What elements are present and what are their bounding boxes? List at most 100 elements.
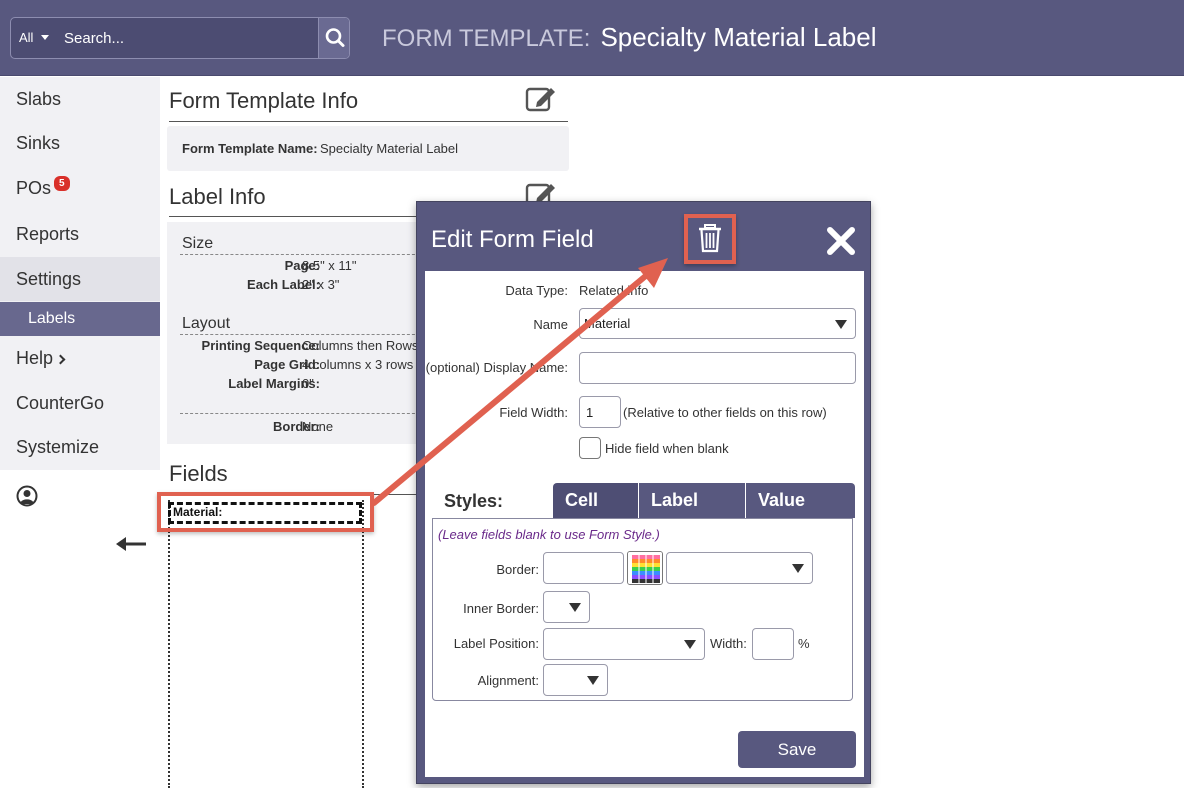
search-scope-select[interactable]: All [11,18,58,58]
search-button[interactable] [318,18,349,58]
label-position-label: Label Position: [453,636,539,651]
sidebar-item-sinks[interactable]: Sinks [0,121,160,165]
delete-field-button[interactable] [684,214,736,264]
label-position-select[interactable] [543,628,705,660]
page-size-value: 8.5" x 11" [302,258,357,273]
modal-title: Edit Form Field [431,226,594,253]
dropdown-arrow-icon [792,564,804,573]
sidebar-item-labels[interactable]: Labels [0,302,160,336]
tab-label: Cell [565,490,599,510]
fields-title: Fields [169,461,228,486]
percent-sign: % [798,636,810,651]
sidebar-item-label: Help [16,348,54,368]
border-value: None [302,419,334,434]
close-icon[interactable] [826,226,856,256]
border-type-select[interactable] [666,552,813,584]
dropdown-arrow-icon [587,676,599,685]
caret-down-icon [41,35,49,40]
styles-label: Styles: [444,491,504,511]
page-grid-value: 4 columns x 3 rows [302,357,414,372]
label-info-box: Size Page: 8.5" x 11" Each Label: 2" x 3… [167,222,427,444]
sidebar-item-label: Sinks [16,133,61,153]
alignment-select[interactable] [543,664,608,696]
hide-blank-label: Hide field when blank [605,441,729,456]
search-icon [325,28,345,47]
tab-value[interactable]: Value [746,483,855,518]
search-group: All [10,17,350,59]
dashed-divider [180,413,425,414]
chevron-right-icon [55,354,66,365]
sidebar-item-pos[interactable]: POs 5 [0,166,160,210]
dashed-divider [180,254,425,255]
display-name-label: (optional) Display Name: [425,360,568,375]
template-name-label: Form Template Name: [182,141,318,156]
color-palette-icon[interactable] [627,551,663,585]
modal-body: Data Type: Related info Name Material (o… [425,271,864,777]
tab-label[interactable]: Label [639,483,745,518]
sidebar-item-label: Labels [28,310,76,327]
styles-hint: (Leave fields blank to use Form Style.) [438,527,660,542]
sidebar-item-label: POs [16,178,52,198]
name-select[interactable]: Material [579,308,856,339]
label-margins-value: 0" [302,376,314,391]
notification-badge: 5 [54,176,70,191]
callout-highlight [157,492,374,532]
sidebar-item-label: Slabs [16,89,62,109]
dashed-divider [180,334,425,335]
dropdown-arrow-icon [835,319,847,329]
sidebar-item-slabs[interactable]: Slabs [0,77,160,121]
field-width-hint: (Relative to other fields on this row) [623,405,827,420]
collapse-arrow-icon[interactable] [115,532,147,556]
sidebar-item-label: Reports [16,224,80,244]
section-divider [169,216,419,217]
tab-cell[interactable]: Cell [553,483,638,518]
size-subtitle: Size [182,235,214,252]
styles-panel: (Leave fields blank to use Form Style.) … [432,518,853,701]
sidebar-item-countergo[interactable]: CounterGo [0,381,160,425]
sidebar-item-label: CounterGo [16,393,105,413]
inner-border-label: Inner Border: [463,601,539,616]
trash-icon [699,224,721,253]
data-type-value: Related info [579,283,649,298]
top-header: All FORM TEMPLATE: Specialty Material Lab… [0,0,1184,76]
tab-label: Label [651,490,699,510]
border-style-label: Border: [496,562,539,577]
printing-sequence-value: Columns then Rows [302,338,419,353]
edit-form-field-modal: Edit Form Field Data Type: Related info … [416,201,871,784]
inner-border-select[interactable] [543,591,590,623]
sidebar-item-label: Settings [16,269,82,289]
page-title-text: Specialty Material Label [600,22,877,52]
form-template-info-box: Form Template Name: Specialty Material L… [167,126,569,171]
field-width-label: Field Width: [499,405,568,420]
sidebar-item-reports[interactable]: Reports [0,212,160,256]
template-name-value: Specialty Material Label [320,141,459,156]
form-template-info-title: Form Template Info [169,88,359,113]
alignment-label: Alignment: [477,673,539,688]
each-label-value: 2" x 3" [302,277,340,292]
app-root: All FORM TEMPLATE: Specialty Material Lab… [0,0,1184,788]
field-width-input[interactable] [579,396,621,428]
sidebar-item-settings[interactable]: Settings [0,257,160,301]
border-style-input[interactable] [543,552,624,584]
display-name-input[interactable] [579,352,856,384]
sidebar-item-label: Systemize [16,437,100,457]
page-title: FORM TEMPLATE: Specialty Material Label [382,22,877,53]
sidebar-item-help[interactable]: Help [0,336,160,380]
search-input[interactable] [58,18,318,58]
save-button[interactable]: Save [738,731,856,768]
palette-grid [628,552,662,584]
label-info-title: Label Info [169,184,266,209]
sidebar-item-systemize[interactable]: Systemize [0,425,160,469]
layout-subtitle: Layout [182,315,231,332]
hide-blank-checkbox[interactable] [579,437,601,459]
sidebar: Slabs Sinks POs 5 Reports Settings Labels… [0,77,160,470]
edit-icon[interactable] [525,85,557,113]
label-width-input[interactable] [752,628,794,660]
tab-label: Value [758,490,806,510]
styles-tab-bar: Styles: Cell Label Value [440,483,862,518]
page-title-prefix: FORM TEMPLATE: [382,25,591,52]
label-preview-area [168,500,364,788]
user-avatar-icon[interactable] [16,485,38,507]
dropdown-arrow-icon [684,640,696,649]
section-divider [169,121,568,122]
